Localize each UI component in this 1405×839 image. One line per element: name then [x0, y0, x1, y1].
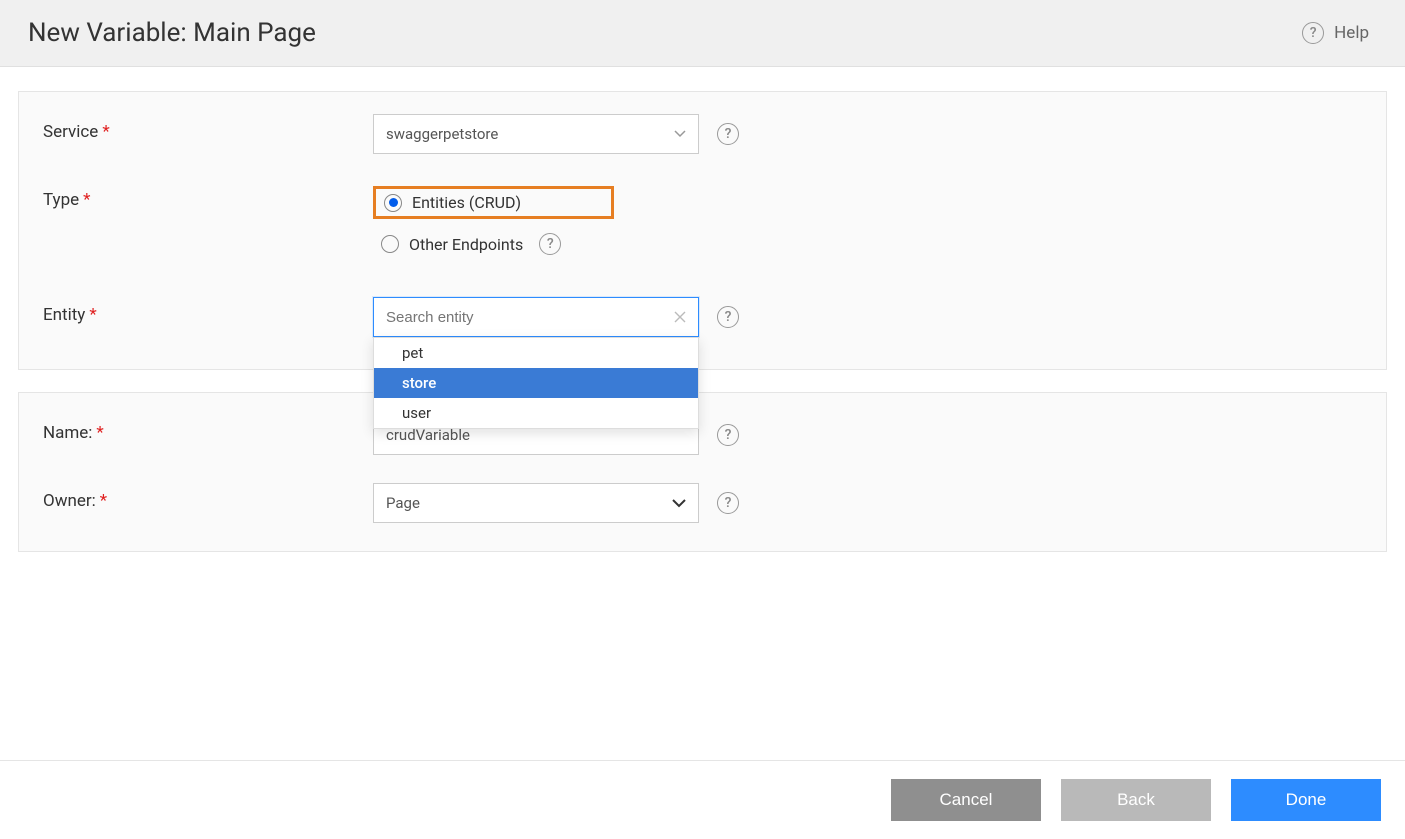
clear-icon[interactable]: [674, 308, 686, 327]
tooltip-icon[interactable]: ?: [717, 492, 739, 514]
label-service: Service*: [43, 114, 373, 142]
type-radio-group: Entities (CRUD) Other Endpoints ?: [373, 182, 614, 269]
radio-label-other: Other Endpoints: [409, 235, 523, 254]
row-service: Service* swaggerpetstore ?: [43, 114, 1362, 154]
dialog-header: New Variable: Main Page ? Help: [0, 0, 1405, 67]
row-type: Type* Entities (CRUD) Other Endpoints ?: [43, 182, 1362, 269]
panel-name-owner: Name:* crudVariable ? Owner:* Page: [18, 392, 1387, 552]
entity-option-pet[interactable]: pet: [374, 338, 698, 368]
radio-other-endpoints[interactable]: Other Endpoints ?: [373, 229, 614, 259]
tooltip-icon[interactable]: ?: [717, 306, 739, 328]
dialog-body: Service* swaggerpetstore ? Type*: [0, 67, 1405, 584]
help-icon: ?: [1302, 22, 1324, 44]
radio-entities-crud[interactable]: Entities (CRUD): [373, 186, 614, 219]
owner-select[interactable]: Page: [373, 483, 699, 523]
help-link[interactable]: ? Help: [1302, 22, 1369, 44]
label-owner: Owner:*: [43, 483, 373, 511]
service-value: swaggerpetstore: [386, 125, 498, 143]
entity-search-input[interactable]: [373, 297, 699, 337]
tooltip-icon[interactable]: ?: [539, 233, 561, 255]
tooltip-icon[interactable]: ?: [717, 123, 739, 145]
tooltip-icon[interactable]: ?: [717, 424, 739, 446]
entity-option-user[interactable]: user: [374, 398, 698, 428]
dialog-footer: Cancel Back Done: [0, 760, 1405, 839]
radio-icon: [384, 194, 402, 212]
dialog-title: New Variable: Main Page: [28, 18, 316, 48]
cancel-button[interactable]: Cancel: [891, 779, 1041, 821]
radio-label-crud: Entities (CRUD): [412, 193, 521, 212]
help-label: Help: [1334, 23, 1369, 43]
chevron-down-icon: [674, 127, 686, 141]
chevron-down-icon: [672, 497, 686, 511]
panel-service-type-entity: Service* swaggerpetstore ? Type*: [18, 91, 1387, 370]
entity-option-store[interactable]: store: [374, 368, 698, 398]
service-select[interactable]: swaggerpetstore: [373, 114, 699, 154]
label-name: Name:*: [43, 415, 373, 443]
done-button[interactable]: Done: [1231, 779, 1381, 821]
entity-dropdown: pet store user: [373, 337, 699, 429]
entity-search-field[interactable]: [386, 309, 674, 326]
label-type: Type*: [43, 182, 373, 210]
row-entity: Entity* ? pet store user: [43, 297, 1362, 337]
label-entity: Entity*: [43, 297, 373, 325]
owner-value: Page: [386, 494, 420, 512]
back-button[interactable]: Back: [1061, 779, 1211, 821]
row-owner: Owner:* Page ?: [43, 483, 1362, 523]
radio-icon: [381, 235, 399, 253]
row-name: Name:* crudVariable ?: [43, 415, 1362, 455]
